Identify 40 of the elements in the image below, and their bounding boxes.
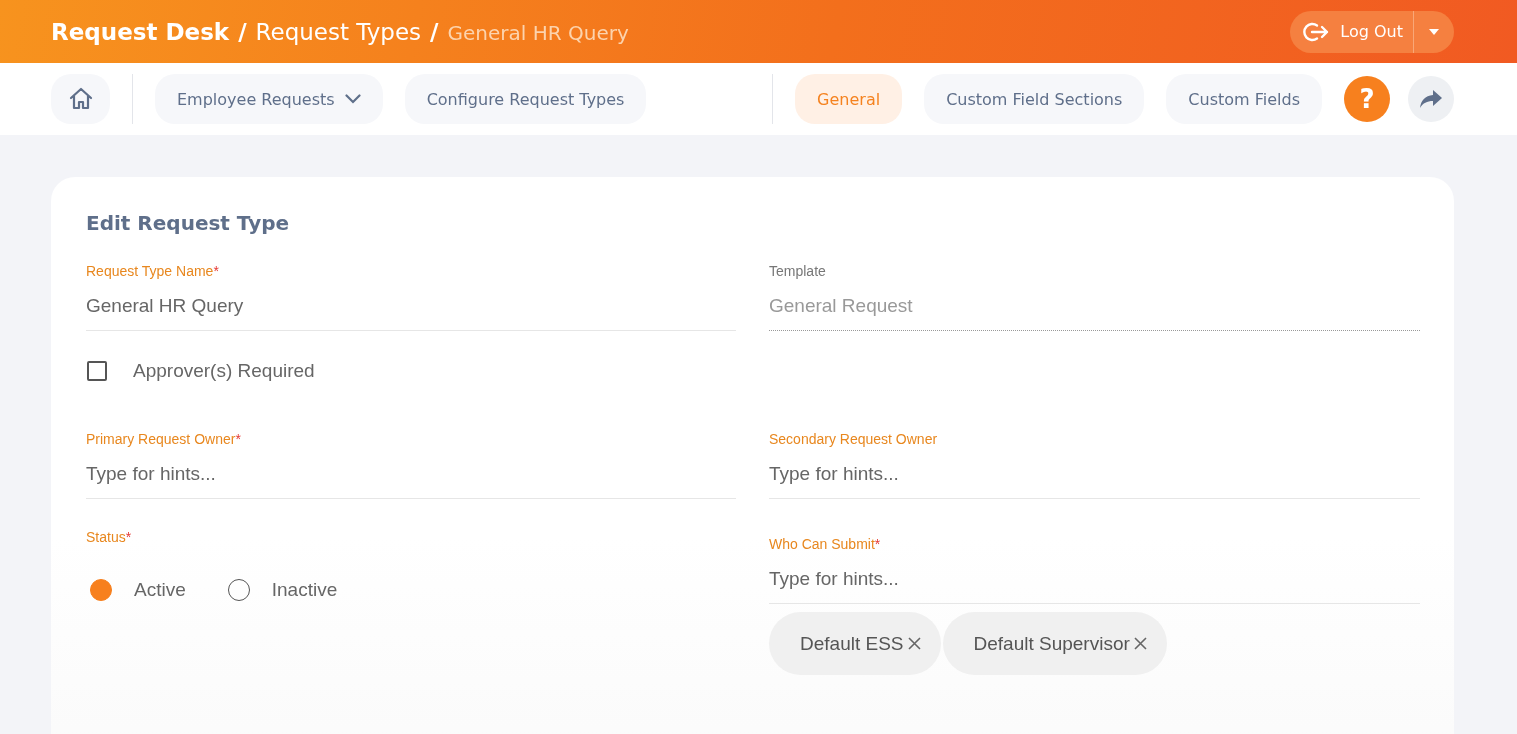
close-icon[interactable]: [907, 637, 921, 650]
radio-label: Active: [134, 579, 186, 601]
breadcrumb-link[interactable]: Request Desk: [51, 18, 230, 45]
radio-button[interactable]: [90, 579, 112, 601]
required-mark: *: [213, 263, 219, 279]
checkbox[interactable]: [87, 361, 107, 381]
caret-icon: [1429, 28, 1439, 35]
field-label: Template: [769, 263, 826, 279]
chip-label: Default Supervisor: [973, 632, 1130, 655]
tab[interactable]: Custom Field Sections: [924, 74, 1145, 124]
close-icon[interactable]: [1133, 637, 1147, 650]
breadcrumb-separator: /: [430, 18, 439, 45]
field-label: Status: [86, 529, 126, 545]
required-mark: *: [235, 431, 241, 447]
tab[interactable]: General: [795, 74, 903, 124]
input-field[interactable]: Type for hints...: [86, 449, 736, 499]
input-field[interactable]: Type for hints...: [769, 554, 1420, 604]
nav-button[interactable]: Configure Request Types: [404, 74, 647, 124]
required-mark: *: [874, 536, 881, 552]
field-label: Who Can Submit: [769, 536, 875, 552]
help-button[interactable]: ?: [1344, 76, 1390, 122]
home-button[interactable]: [51, 74, 110, 124]
field-label: Request Type Name: [86, 263, 214, 279]
share-arrow-icon: [1419, 89, 1443, 109]
field-label: Secondary Request Owner: [769, 431, 938, 447]
breadcrumb-link[interactable]: Request Types: [255, 18, 422, 45]
radio-label: Inactive: [271, 579, 338, 601]
required-mark: *: [125, 529, 132, 545]
input-field[interactable]: Type for hints...: [769, 449, 1420, 499]
logout-button[interactable]: Log Out: [1290, 10, 1414, 53]
home-icon: [67, 86, 94, 112]
form-title: Edit Request Type: [86, 211, 291, 235]
field-label: Primary Request Owner: [86, 431, 236, 447]
checkbox-label: Approver(s) Required: [133, 360, 315, 382]
breadcrumb-separator: /: [238, 18, 247, 45]
dropdown-menu-button[interactable]: Employee Requests: [155, 74, 383, 124]
input-field[interactable]: General HR Query: [86, 281, 736, 331]
tab[interactable]: Custom Fields: [1166, 74, 1322, 124]
share-button[interactable]: [1408, 76, 1454, 122]
chip-label: Default ESS: [800, 632, 904, 655]
